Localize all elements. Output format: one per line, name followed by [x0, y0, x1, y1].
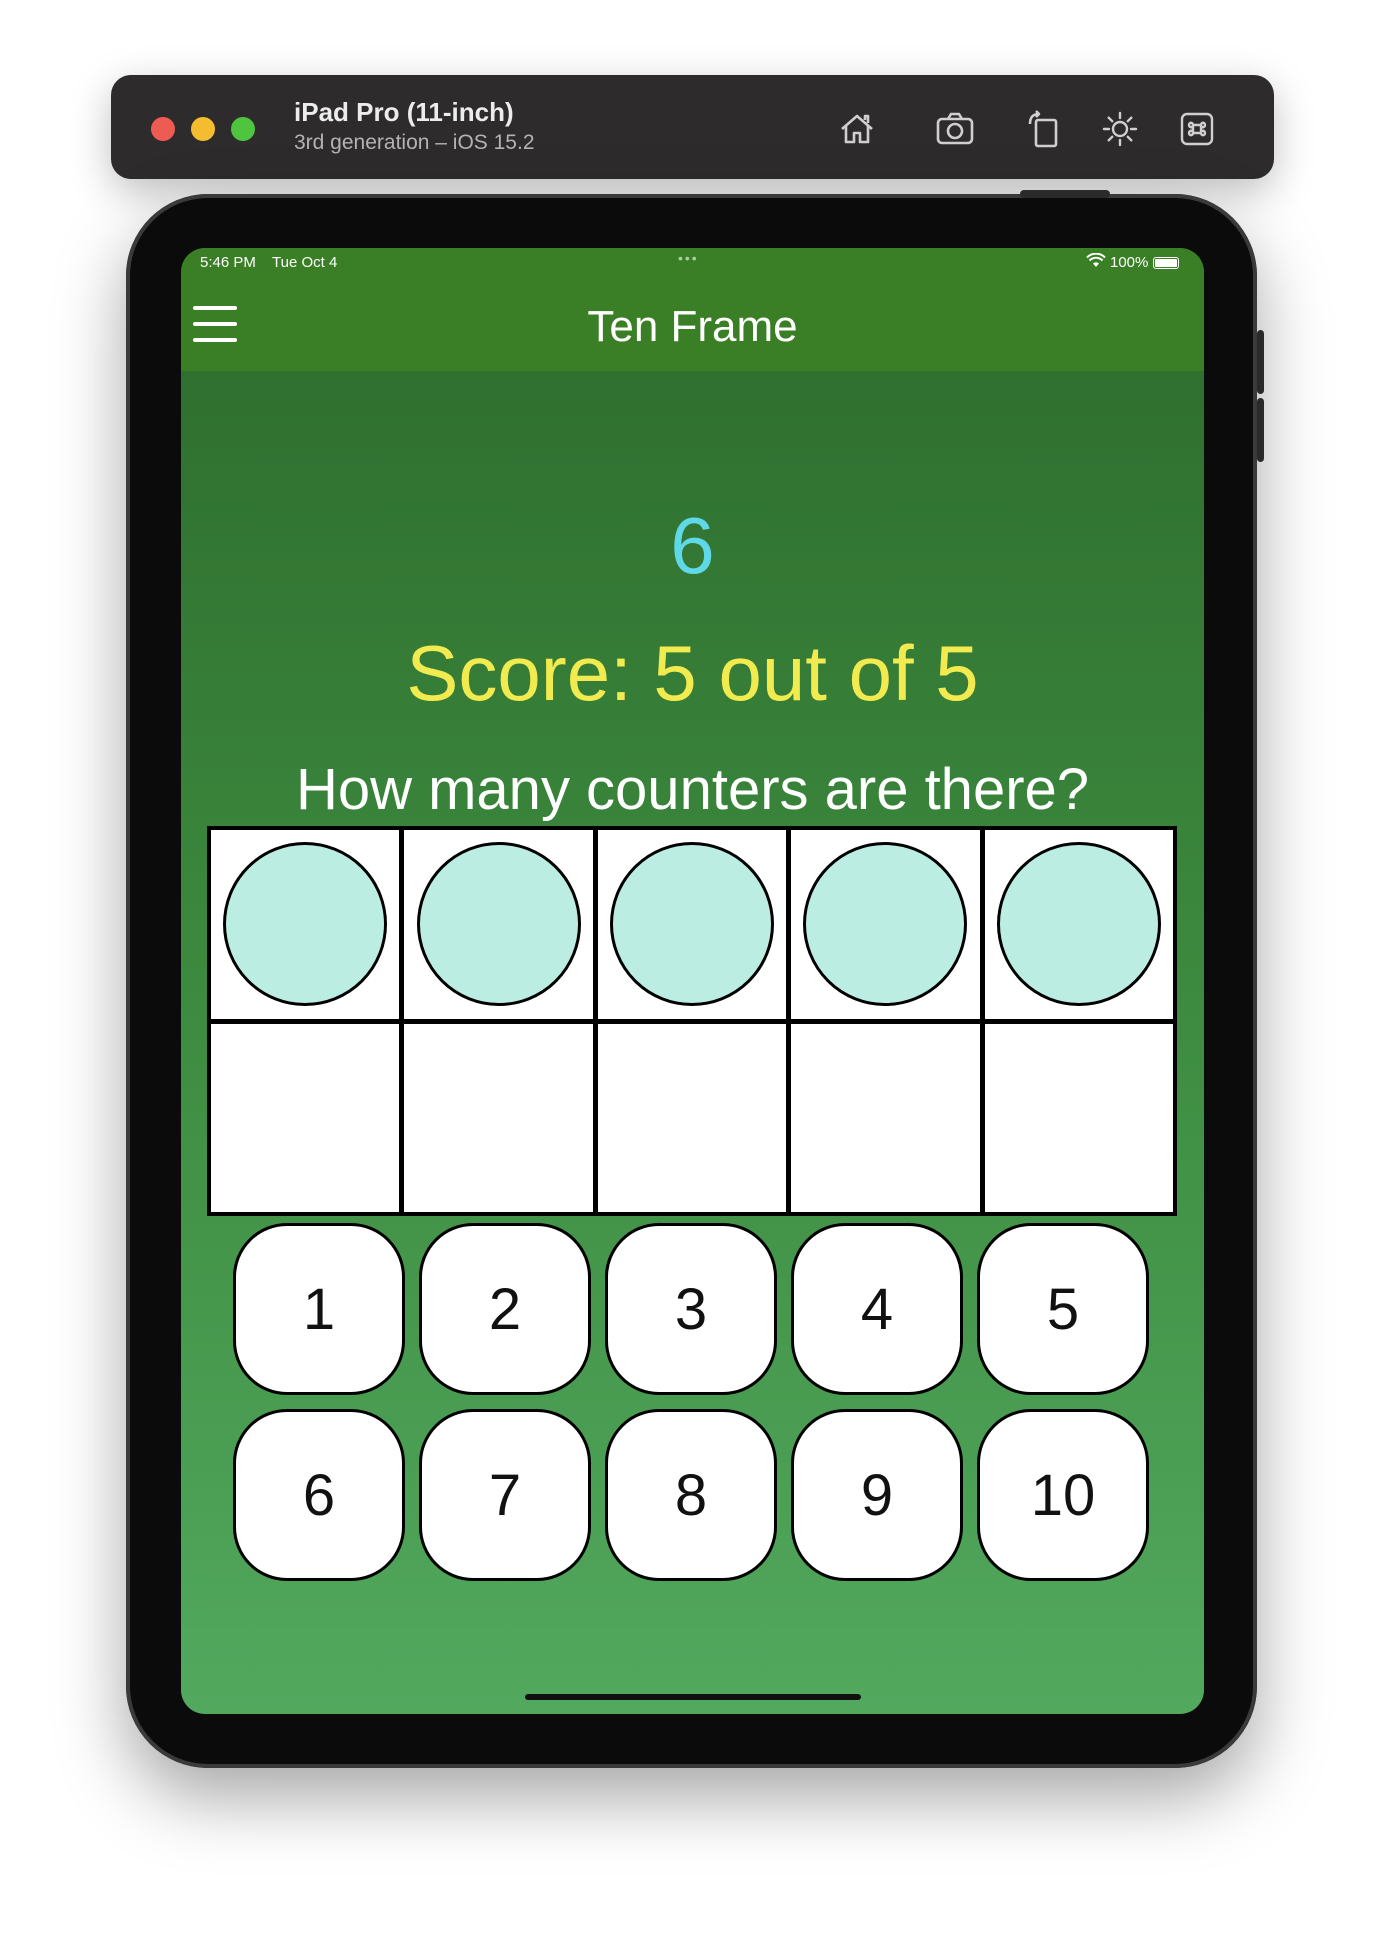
answer-button-10[interactable]: 10 [977, 1409, 1149, 1581]
minimize-window-button[interactable] [191, 117, 215, 141]
score-text: Score: 5 out of 5 [406, 629, 979, 717]
home-indicator[interactable] [525, 1694, 861, 1700]
answer-button-8[interactable]: 8 [605, 1409, 777, 1581]
answer-buttons: 1 2 3 4 5 6 7 8 9 10 [233, 1223, 1151, 1581]
status-time: 5:46 PM [200, 254, 256, 271]
appearance-icon [1102, 111, 1138, 147]
appearance-button[interactable] [1096, 105, 1144, 153]
multitasking-dots-icon[interactable]: ••• [678, 250, 699, 266]
ten-frame-cell [791, 1023, 980, 1212]
counter-icon [996, 842, 1161, 1007]
counter-icon [609, 842, 774, 1007]
question-text: How many counters are there? [295, 757, 1090, 822]
counter-icon [223, 842, 388, 1007]
app-screen: 5:46 PM Tue Oct 4 ••• 100% Ten Frame 6 S… [181, 248, 1204, 1714]
ten-frame-cell [597, 830, 787, 1019]
ten-frame-cell [404, 1023, 593, 1212]
status-bar: 5:46 PM Tue Oct 4 ••• 100% [181, 248, 1204, 278]
ten-frame-cell [791, 830, 980, 1019]
ten-frame [207, 826, 1177, 1216]
answer-button-3[interactable]: 3 [605, 1223, 777, 1395]
device-detail: 3rd generation – iOS 15.2 [294, 131, 535, 154]
screenshot-icon [936, 112, 974, 145]
wifi-icon [1086, 253, 1106, 267]
ten-frame-cell [597, 1023, 787, 1212]
page-title: Ten Frame [587, 302, 798, 351]
answer-button-1[interactable]: 1 [233, 1223, 405, 1395]
counter-icon [416, 842, 581, 1007]
rotate-button[interactable] [1019, 105, 1067, 153]
answer-button-6[interactable]: 6 [233, 1409, 405, 1581]
ten-frame-cell [404, 830, 593, 1019]
answer-button-2[interactable]: 2 [419, 1223, 591, 1395]
answer-button-5[interactable]: 5 [977, 1223, 1149, 1395]
rotate-icon [1028, 110, 1058, 148]
counter-icon [803, 842, 968, 1007]
zoom-window-button[interactable] [231, 117, 255, 141]
answer-button-4[interactable]: 4 [791, 1223, 963, 1395]
home-icon [841, 114, 873, 144]
target-number: 6 [670, 501, 715, 590]
volume-up-button[interactable] [1257, 330, 1264, 394]
answer-button-7[interactable]: 7 [419, 1409, 591, 1581]
command-button[interactable] [1173, 105, 1221, 153]
battery-percentage: 100% [1110, 254, 1149, 271]
close-window-button[interactable] [151, 117, 175, 141]
answer-button-9[interactable]: 9 [791, 1409, 963, 1581]
ten-frame-cell [984, 1023, 1173, 1212]
ten-frame-cell [211, 830, 400, 1019]
device-name: iPad Pro (11-inch) [294, 97, 514, 127]
top-button[interactable] [1020, 190, 1110, 198]
command-icon [1180, 112, 1214, 146]
home-button[interactable] [833, 105, 881, 153]
battery-icon [1153, 257, 1179, 269]
simulator-title-bar: iPad Pro (11-inch) 3rd generation – iOS … [111, 75, 1274, 179]
status-date: Tue Oct 4 [272, 254, 338, 271]
navigation-bar: Ten Frame [181, 278, 1204, 371]
volume-down-button[interactable] [1257, 398, 1264, 462]
ten-frame-cell [211, 1023, 400, 1212]
ten-frame-cell [984, 830, 1173, 1019]
screenshot-button[interactable] [931, 105, 979, 153]
